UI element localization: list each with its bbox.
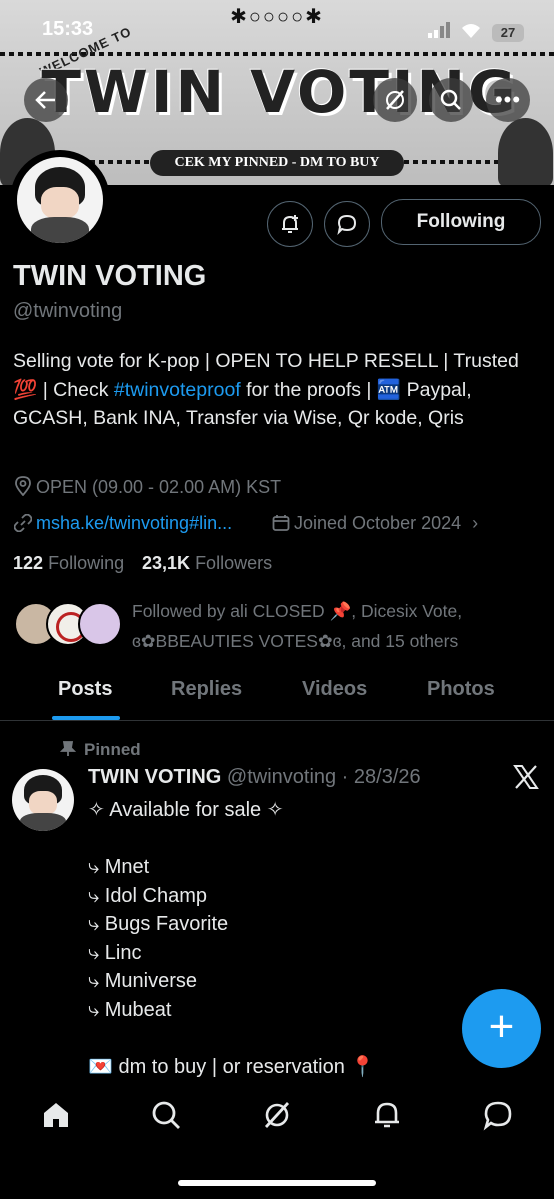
banner-figure-right [498, 118, 553, 185]
bio-hashtag-link[interactable]: #twinvoteproof [114, 379, 241, 401]
messages-icon[interactable] [478, 1095, 518, 1135]
active-tab-indicator [52, 716, 120, 720]
avatar-image [17, 157, 103, 243]
following-count-link[interactable]: 122 Following [13, 553, 124, 574]
post-line: ⤷ Mnet [88, 856, 150, 878]
signal-icon [428, 22, 454, 43]
tab-photos[interactable]: Photos [427, 678, 495, 701]
location-pin-icon [15, 476, 31, 497]
search-button[interactable] [429, 78, 473, 122]
chevron-right-icon[interactable]: › [472, 513, 478, 533]
chat-bubble-icon [337, 214, 357, 235]
followed-by-avatars[interactable] [14, 602, 124, 646]
followers-count-link[interactable]: 23,1K Followers [142, 553, 272, 574]
followed-by-line1: Followed by ali CLOSED 📌, Dicesix Vote, [132, 601, 463, 621]
post-author-avatar[interactable] [12, 769, 74, 831]
post-line: ⤷ Bugs Favorite [88, 913, 229, 935]
grok-icon [386, 90, 404, 110]
followed-by-line2: ɞ✿BBEAUTIES VOTES✿ɞ, and 15 others [132, 631, 459, 651]
post-body[interactable]: ✧ Available for sale ✧ ⤷ Mnet ⤷ Idol Cha… [88, 796, 528, 1081]
avatar[interactable] [10, 150, 110, 250]
tab-replies[interactable]: Replies [171, 678, 242, 701]
notifications-icon[interactable] [367, 1095, 407, 1135]
following-label: Following [48, 553, 125, 573]
post-line: 💌 dm to buy | or reservation 📍 [88, 1055, 376, 1078]
calendar-icon [272, 515, 290, 531]
profile-handle: @twinvoting [13, 300, 123, 322]
compose-post-button[interactable]: + [462, 989, 541, 1068]
followers-label: Followers [195, 553, 273, 573]
arrow-left-icon [35, 91, 55, 109]
post-line: ⤷ Idol Champ [88, 884, 208, 907]
post-line: ⤷ Muniverse [88, 970, 198, 992]
search-icon [440, 89, 461, 110]
post-header: TWIN VOTING @twinvoting · 28/3/26 [88, 766, 421, 789]
banner-pin-bar: CEK MY PINNED - DM TO BUY [150, 150, 404, 176]
post-author-name[interactable]: TWIN VOTING [88, 766, 221, 788]
message-button[interactable] [324, 201, 370, 247]
following-button[interactable]: Following [381, 199, 541, 245]
post-handle-date[interactable]: @twinvoting · 28/3/26 [227, 766, 421, 788]
pin-icon [59, 741, 77, 756]
notification-subscribe-button[interactable] [267, 201, 313, 247]
joined-text: Joined October 2024 [294, 513, 462, 533]
website-link[interactable]: msha.ke/twinvoting#lin... [36, 513, 232, 533]
explore-search-icon[interactable] [146, 1095, 186, 1135]
location-text: OPEN (09.00 - 02.00 AM) KST [36, 477, 282, 497]
grok-button[interactable] [373, 78, 417, 122]
profile-location: OPEN (09.00 - 02.00 AM) KST [14, 476, 281, 498]
status-time: 15:33 [42, 18, 94, 40]
profile-tabs: Posts Replies Videos Photos [0, 662, 554, 721]
post-line: ⤷ Linc [88, 941, 142, 964]
back-button[interactable] [24, 78, 68, 122]
followers-count: 23,1K [142, 553, 191, 573]
profile-website[interactable]: msha.ke/twinvoting#lin... [13, 513, 232, 534]
wifi-icon [460, 22, 482, 44]
x-logo-icon[interactable] [513, 764, 539, 795]
pinned-indicator: Pinned [59, 740, 141, 760]
more-icon: ••• [494, 87, 522, 112]
profile-name: TWIN VOTING [13, 260, 207, 292]
grok-nav-icon[interactable] [257, 1095, 297, 1135]
post-line [88, 825, 528, 854]
tab-videos[interactable]: Videos [302, 678, 367, 701]
follower-avatar [78, 602, 122, 646]
pinned-label: Pinned [84, 740, 141, 759]
more-button[interactable]: ••• [486, 78, 530, 122]
home-icon[interactable] [36, 1095, 76, 1135]
profile-joined: Joined October 2024 › [272, 513, 478, 534]
home-indicator [178, 1180, 376, 1186]
following-count: 122 [13, 553, 44, 573]
tab-posts[interactable]: Posts [58, 678, 112, 701]
profile-bio: Selling vote for K-pop | OPEN TO HELP RE… [13, 347, 538, 433]
battery-icon: 27 [492, 24, 524, 42]
link-icon [13, 513, 33, 533]
followed-by-text[interactable]: Followed by ali CLOSED 📌, Dicesix Vote, … [132, 596, 462, 656]
post-line: ✧ Available for sale ✧ [88, 799, 284, 821]
bell-plus-icon [282, 215, 298, 233]
